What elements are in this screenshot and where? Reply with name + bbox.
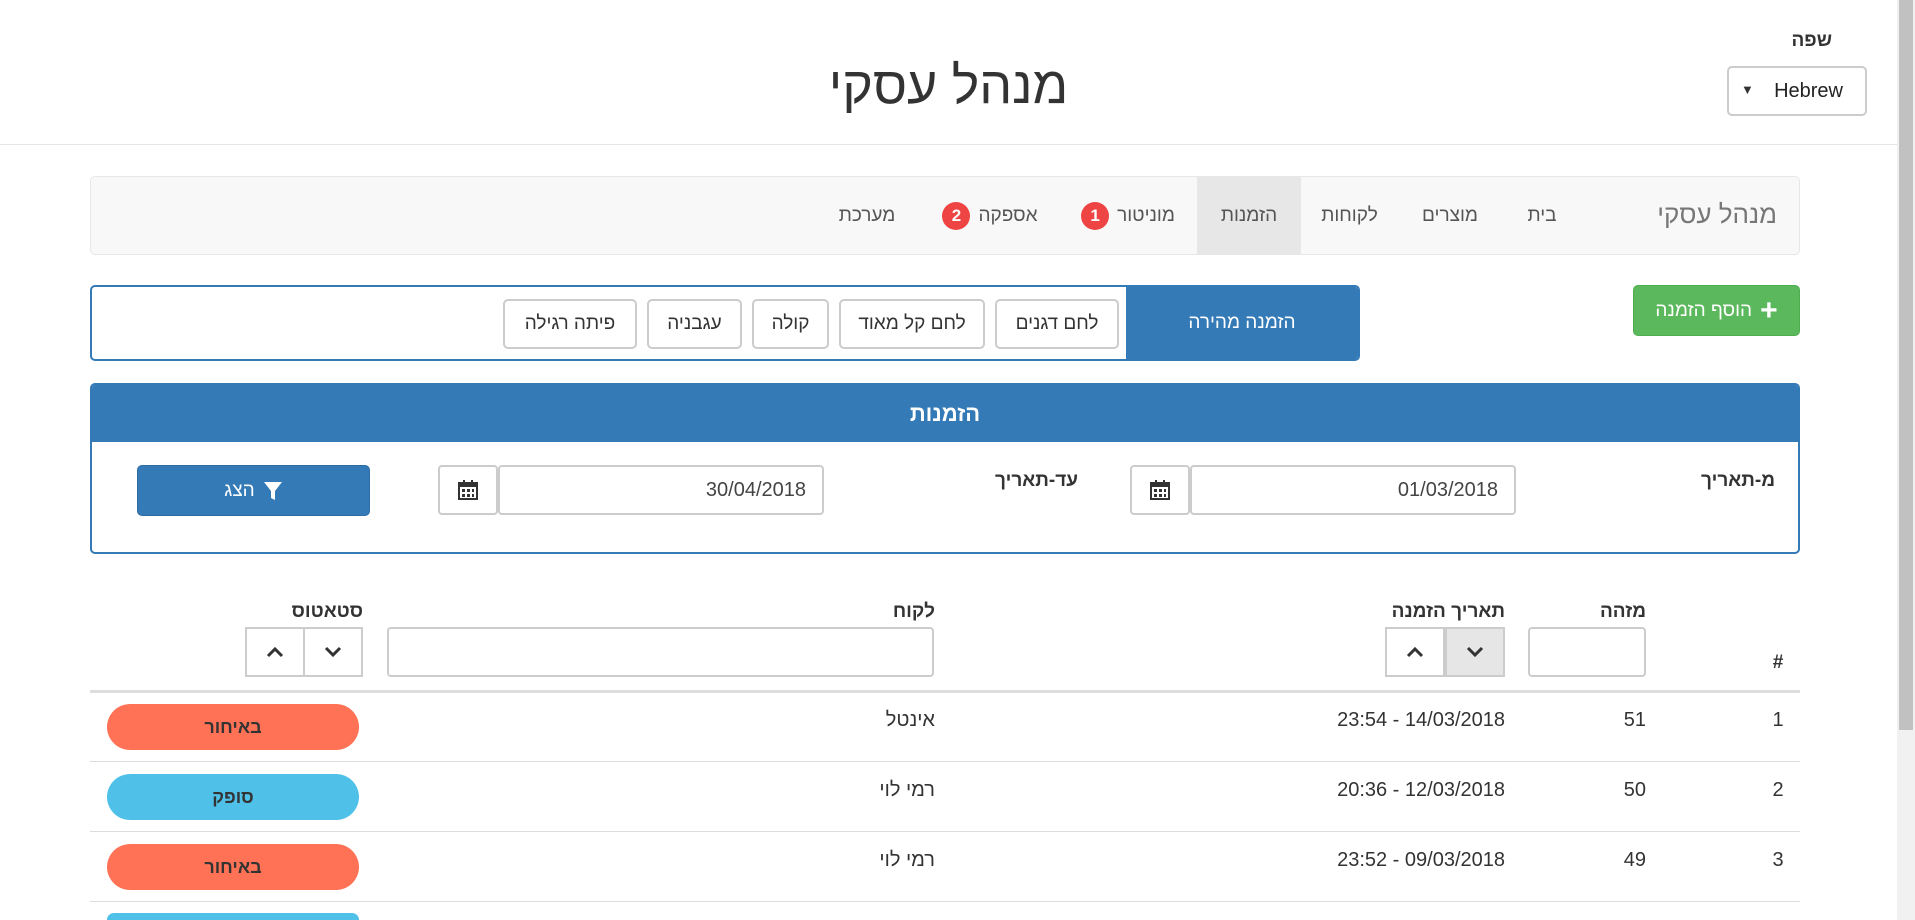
date-sort-ascending-button[interactable] xyxy=(1445,627,1505,677)
id-column-header: מזהה xyxy=(1599,601,1646,622)
status-sort-down-button[interactable] xyxy=(303,627,363,677)
calendar-icon xyxy=(1150,480,1170,500)
chevron-down-icon xyxy=(1466,641,1484,664)
from-date-calendar-button[interactable] xyxy=(1130,465,1190,515)
nav-item-monitor[interactable]: 1 מוניטור xyxy=(1059,177,1197,254)
row-id: 51 xyxy=(1623,709,1646,731)
language-selected-value: Hebrew xyxy=(1774,79,1843,102)
table-header-divider xyxy=(90,690,1800,693)
chevron-down-icon xyxy=(324,641,342,664)
plus-icon: + xyxy=(1760,293,1778,327)
add-order-button[interactable]: הוסף הזמנה + xyxy=(1633,285,1800,336)
nav-item-orders[interactable]: הזמנות xyxy=(1197,177,1301,254)
customer-filter-input[interactable] xyxy=(387,627,934,677)
quick-order-title: הזמנה מהירה xyxy=(1126,287,1358,359)
language-select[interactable]: ▼ Hebrew xyxy=(1727,66,1867,116)
chevron-down-icon: ▼ xyxy=(1741,82,1754,97)
status-badge[interactable]: באיחור xyxy=(107,704,359,750)
row-customer: רמי לוי xyxy=(879,779,935,801)
nav-item-customers[interactable]: לקוחות xyxy=(1301,177,1398,254)
row-divider xyxy=(90,761,1800,762)
row-index: 2 xyxy=(1772,779,1784,801)
status-badge[interactable]: סופק xyxy=(107,774,359,820)
nav-item-supply[interactable]: 2 אספקה xyxy=(921,177,1059,254)
filter-icon xyxy=(263,481,282,500)
show-label: הצג xyxy=(224,479,255,501)
calendar-icon xyxy=(458,480,478,500)
monitor-badge: 1 xyxy=(1081,201,1110,230)
row-date: 23:52 - 09/03/2018 xyxy=(1337,849,1505,871)
language-label: שפה xyxy=(1791,30,1832,51)
id-filter-input[interactable] xyxy=(1528,627,1646,677)
status-column-header: סטאטוס xyxy=(291,601,363,622)
status-badge-partial xyxy=(107,913,359,920)
customer-column-header: לקוח xyxy=(892,601,935,622)
nav-item-supply-label: אספקה xyxy=(978,204,1038,226)
navbar-brand[interactable]: מנהל עסקי xyxy=(1657,199,1777,230)
date-sort-descending-button[interactable] xyxy=(1385,627,1445,677)
row-id: 50 xyxy=(1623,779,1646,801)
row-date: 23:54 - 14/03/2018 xyxy=(1337,709,1505,731)
row-divider xyxy=(90,901,1800,902)
nav-item-products[interactable]: מוצרים xyxy=(1398,177,1502,254)
add-order-label: הוסף הזמנה xyxy=(1655,299,1753,321)
to-date-input[interactable]: 30/04/2018 xyxy=(498,465,824,515)
from-date-input[interactable]: 01/03/2018 xyxy=(1190,465,1516,515)
status-badge[interactable]: באיחור xyxy=(107,844,359,890)
quick-order-item[interactable]: פיתה רגילה xyxy=(503,299,637,349)
quick-order-item[interactable]: עגבניה xyxy=(647,299,742,349)
index-column-header: # xyxy=(1772,652,1784,673)
row-index: 3 xyxy=(1772,849,1784,871)
nav-item-monitor-label: מוניטור xyxy=(1117,204,1175,226)
to-date-label: עד-תאריך xyxy=(995,470,1078,491)
date-column-header: תאריך הזמנה xyxy=(1391,601,1505,622)
orders-panel-title: הזמנות xyxy=(92,385,1798,442)
nav-item-system[interactable]: מערכת xyxy=(813,177,921,254)
from-date-label: מ-תאריך xyxy=(1701,470,1775,491)
row-customer: רמי לוי xyxy=(879,849,935,871)
chevron-up-icon xyxy=(1406,641,1424,664)
orders-filter-panel: הזמנות מ-תאריך 01/03/2018 עד-תאריך 30/04… xyxy=(90,383,1800,554)
row-divider xyxy=(90,831,1800,832)
quick-order-bar: הזמנה מהירה לחם דגנים לחם קל מאוד קולה ע… xyxy=(90,285,1360,361)
to-date-calendar-button[interactable] xyxy=(438,465,498,515)
nav-item-home[interactable]: בית xyxy=(1502,177,1582,254)
show-button[interactable]: הצג xyxy=(137,465,370,516)
quick-order-item[interactable]: לחם דגנים xyxy=(995,299,1119,349)
quick-order-item[interactable]: לחם קל מאוד xyxy=(839,299,985,349)
supply-badge: 2 xyxy=(942,201,971,230)
chevron-up-icon xyxy=(266,641,284,664)
row-customer: אינטל xyxy=(885,709,935,731)
status-sort-up-button[interactable] xyxy=(245,627,305,677)
scrollbar-thumb[interactable] xyxy=(1899,0,1913,730)
row-date: 20:36 - 12/03/2018 xyxy=(1337,779,1505,801)
row-index: 1 xyxy=(1772,709,1784,731)
navbar: מנהל עסקי בית מוצרים לקוחות הזמנות 1 מונ… xyxy=(90,176,1800,255)
page-title: מנהל עסקי xyxy=(828,57,1069,115)
quick-order-item[interactable]: קולה xyxy=(752,299,829,349)
row-id: 49 xyxy=(1623,849,1646,871)
